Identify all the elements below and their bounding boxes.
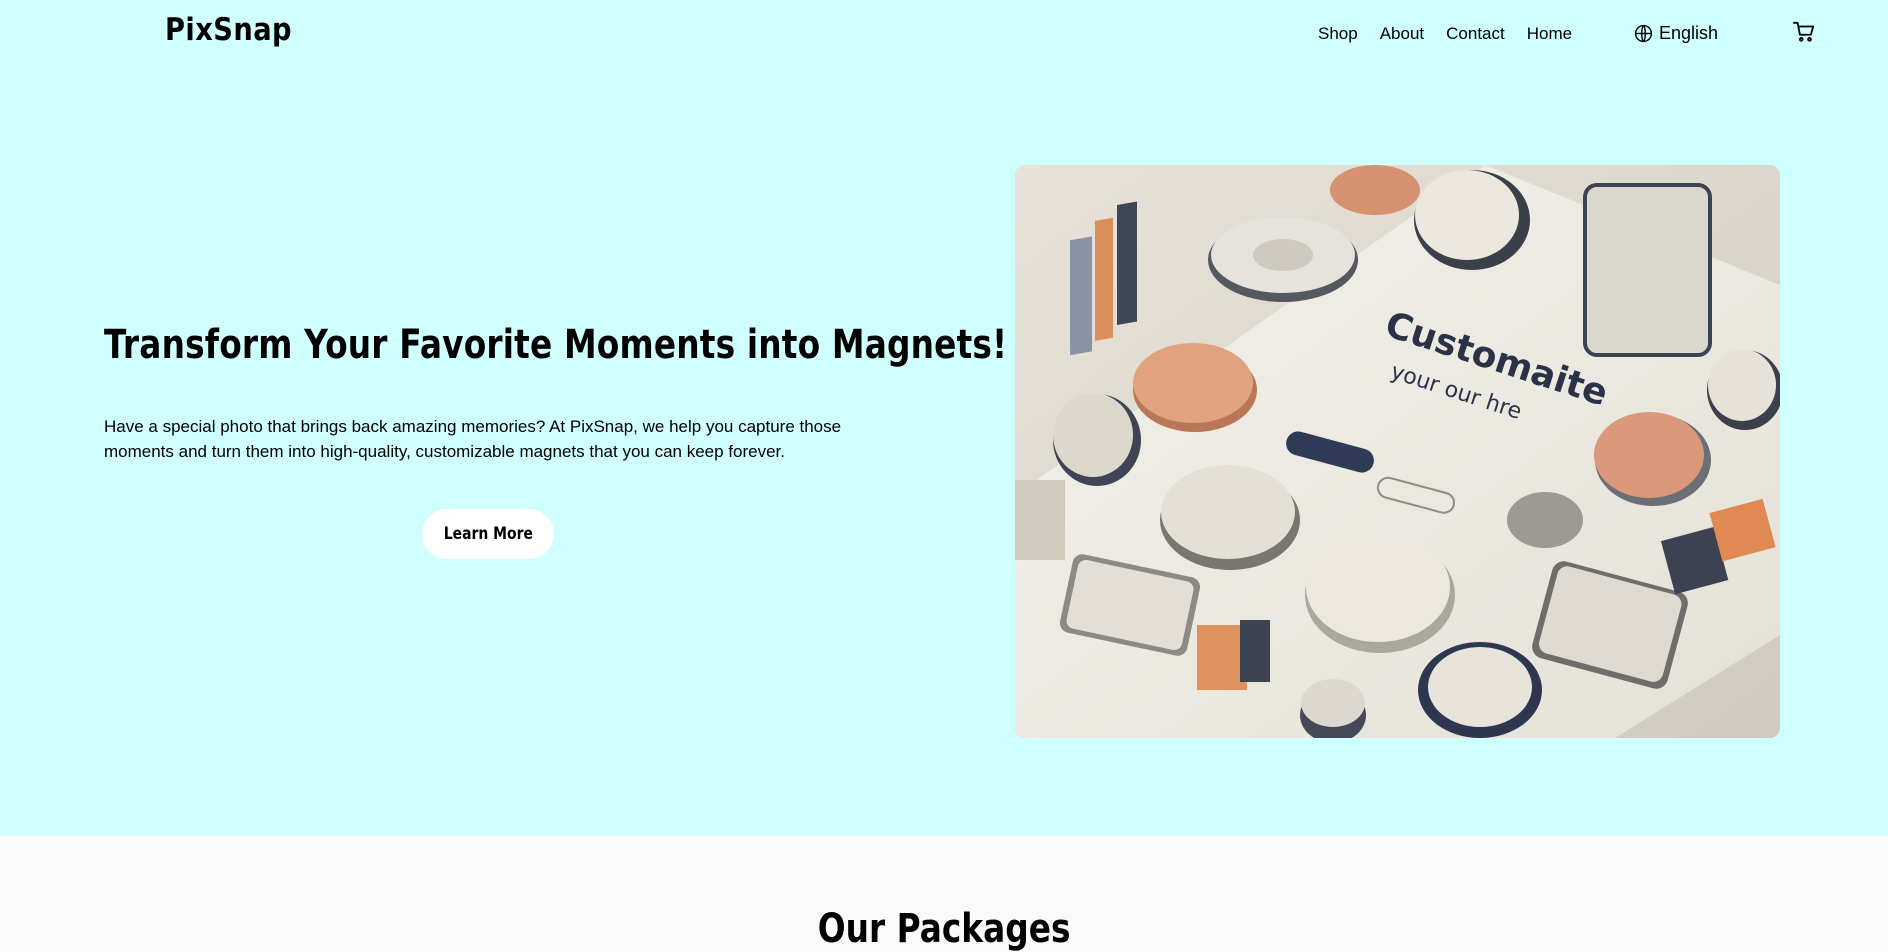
nav-link-about[interactable]: About	[1380, 24, 1424, 44]
language-label: English	[1659, 23, 1719, 43]
main-nav: Shop About Contact Home	[1318, 24, 1572, 44]
packages-title-text: Our Packages	[817, 906, 1071, 952]
hero-description: Have a special photo that brings back am…	[104, 417, 842, 461]
language-selector[interactable]: English	[1634, 23, 1718, 44]
nav-link-home[interactable]: Home	[1527, 24, 1572, 44]
nav-link-contact[interactable]: Contact	[1446, 24, 1505, 44]
learn-more-button[interactable]: Learn More	[422, 509, 554, 559]
hero-section: PixSnap Shop About Contact Home English …	[0, 0, 1888, 836]
packages-title: Our Packages	[0, 906, 1888, 952]
learn-more-label: Learn More	[443, 524, 533, 544]
site-header: PixSnap Shop About Contact Home English	[0, 0, 1888, 68]
hero-title: Transform Your Favorite Moments into Mag…	[104, 322, 1008, 368]
nav-link-shop[interactable]: Shop	[1318, 24, 1358, 44]
hero-image: Customaite your our hre	[1015, 165, 1780, 738]
brand-logo[interactable]: PixSnap	[165, 12, 292, 48]
globe-icon	[1634, 24, 1653, 43]
cart-icon[interactable]	[1793, 21, 1815, 43]
